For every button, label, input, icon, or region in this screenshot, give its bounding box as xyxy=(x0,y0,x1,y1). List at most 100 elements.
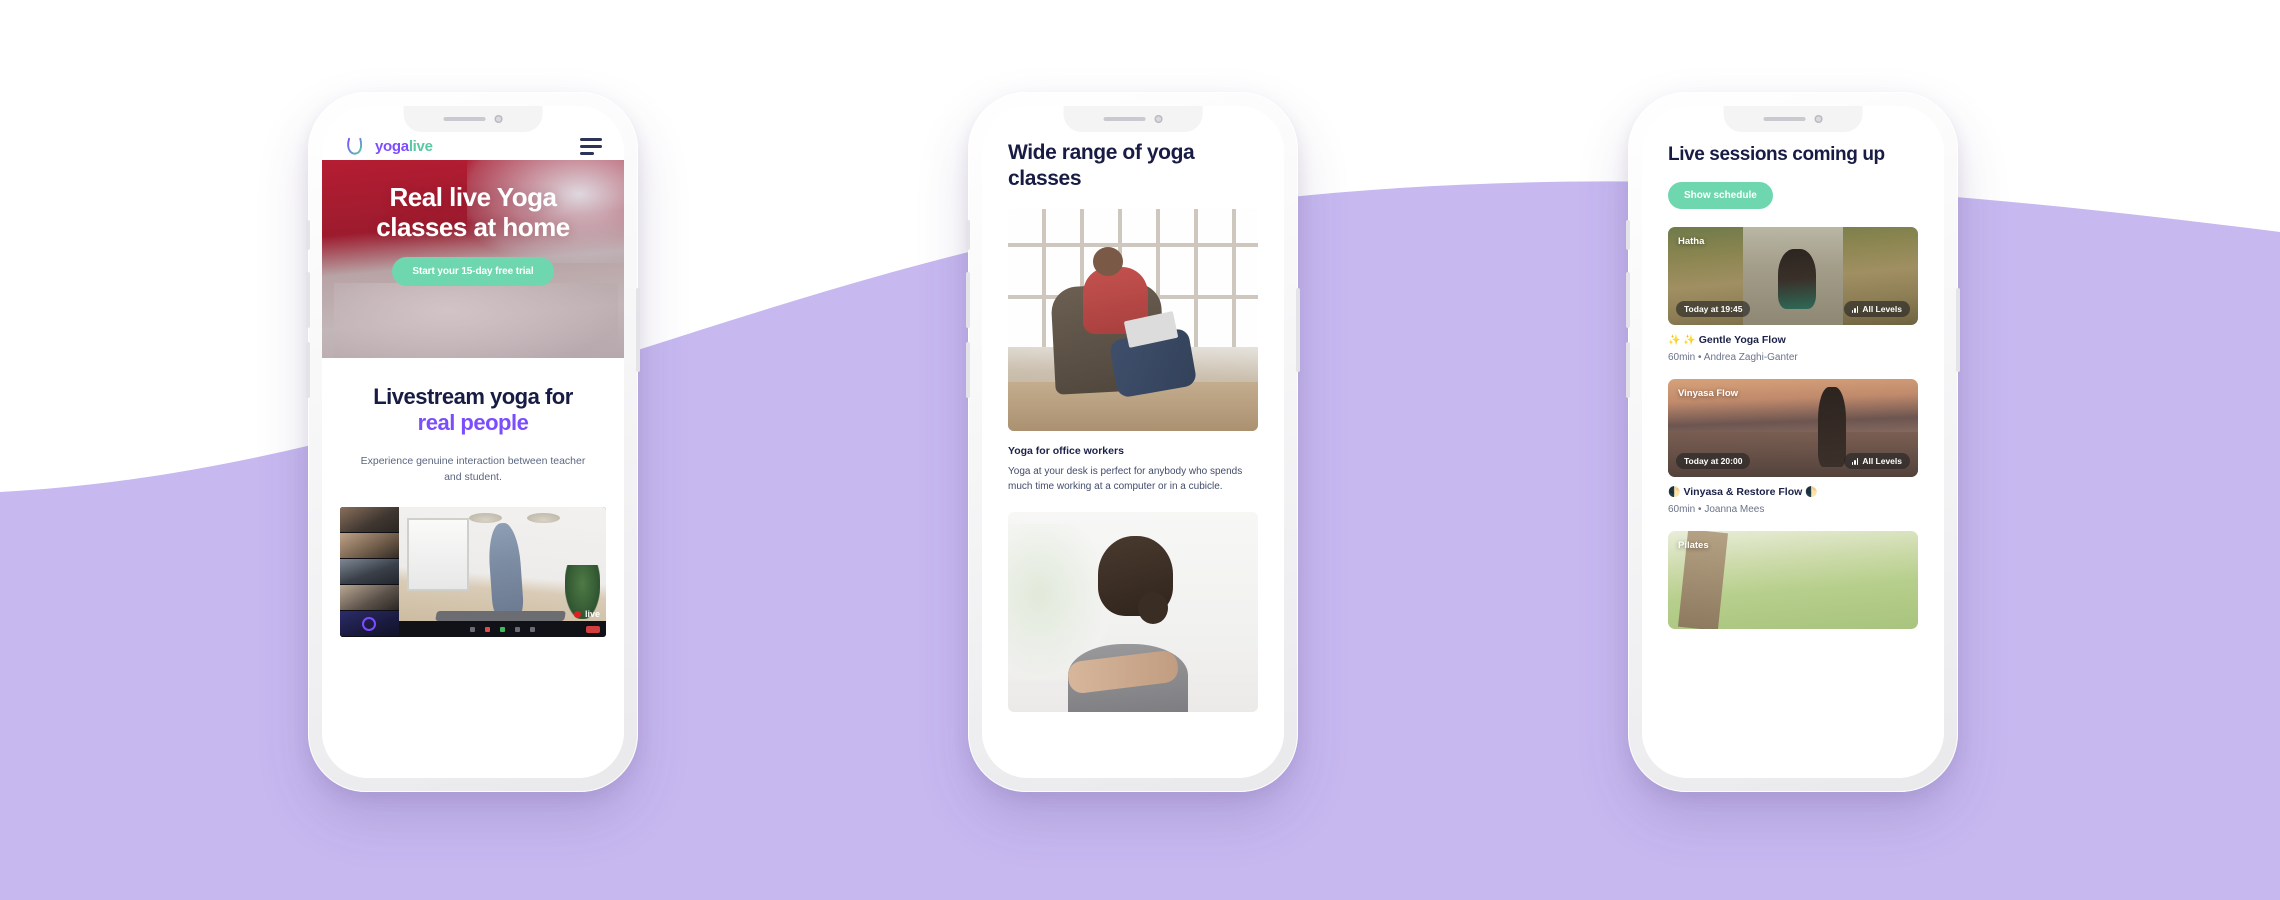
speaker-grille-icon xyxy=(1103,117,1146,121)
hamburger-line-3 xyxy=(580,151,594,155)
mute-icon[interactable] xyxy=(484,626,490,632)
session-image-hatha[interactable]: Hatha Today at 19:45 All Levels xyxy=(1668,227,1918,325)
brand-logo[interactable]: yogalive xyxy=(344,135,433,157)
front-camera-icon xyxy=(1814,115,1823,123)
logo-text-live: live xyxy=(408,137,433,155)
main-video-feed: live xyxy=(398,507,606,638)
session-category-badge: Pilates xyxy=(1678,540,1709,551)
camera-icon[interactable] xyxy=(499,626,505,632)
phone2-screen: Wide range of yoga classes Yoga for offi… xyxy=(982,106,1284,778)
signal-bars-icon xyxy=(1851,305,1859,313)
session-duration: 60min xyxy=(1668,352,1696,363)
session-image-vinyasa[interactable]: Vinyasa Flow Today at 20:00 All Levels xyxy=(1668,379,1918,477)
session-name: Gentle Yoga Flow xyxy=(1698,334,1786,346)
ceiling-lamp-icon xyxy=(469,512,503,523)
session-name-row: ✨ ✨ Gentle Yoga Flow xyxy=(1668,334,1918,346)
speaker-grille-icon xyxy=(443,117,486,121)
meta-separator: • xyxy=(1698,504,1702,515)
session-level-label: All Levels xyxy=(1862,456,1902,466)
screenshot-canvas: yogalive Real live Yoga classes at home … xyxy=(0,0,2280,900)
phone2-mute-switch xyxy=(966,220,970,250)
moon-icon: 🌓 xyxy=(1668,486,1681,498)
session-name: Vinyasa & Restore Flow xyxy=(1683,486,1803,498)
session-level-pill: All Levels xyxy=(1843,301,1910,317)
phone3-power-button xyxy=(1956,288,1960,372)
meta-separator: • xyxy=(1698,352,1702,363)
livestream-section: Livestream yoga for real people Experien… xyxy=(322,358,624,485)
live-dot-icon xyxy=(573,610,581,618)
phone1-power-button xyxy=(636,288,640,372)
room-window xyxy=(406,517,470,591)
signal-bars-icon xyxy=(1851,457,1859,465)
section-subtitle: Experience genuine interaction between t… xyxy=(360,454,586,484)
video-call-toolbar[interactable] xyxy=(398,621,606,638)
session-time-pill: Today at 19:45 xyxy=(1676,301,1751,317)
phone-mockup-2: Wide range of yoga classes Yoga for offi… xyxy=(966,92,1300,792)
phone-mockup-1: yogalive Real live Yoga classes at home … xyxy=(306,92,640,792)
phone2-power-button xyxy=(1296,288,1300,372)
session-instructor: Andrea Zaghi-Ganter xyxy=(1703,352,1798,363)
participant-thumbnail xyxy=(340,559,399,586)
section-title-line2: real people xyxy=(417,410,529,436)
session-card[interactable]: Pilates xyxy=(1668,531,1918,629)
card-caption-title: Yoga for office workers xyxy=(1008,445,1124,458)
session-instructor: Joanna Mees xyxy=(1704,504,1765,515)
speaker-grille-icon xyxy=(1763,117,1806,121)
phone1-volume-up-button xyxy=(306,272,310,328)
participants-icon[interactable] xyxy=(469,626,475,632)
stretching-photo xyxy=(1008,512,1258,713)
chat-icon[interactable] xyxy=(529,626,535,632)
session-card[interactable]: Vinyasa Flow Today at 20:00 All Levels 🌓… xyxy=(1668,379,1918,515)
session-category-badge: Hatha xyxy=(1678,236,1705,247)
participant-thumbnail xyxy=(340,585,399,612)
hamburger-line-2 xyxy=(580,144,602,148)
video-call-preview[interactable]: live xyxy=(340,507,606,638)
hair-bun xyxy=(1138,592,1168,625)
phone2-volume-down-button xyxy=(966,342,970,398)
live-label: live xyxy=(584,609,600,620)
yogalive-logo-mark xyxy=(362,617,376,631)
ceiling-lamp-icon xyxy=(527,512,561,523)
session-image-pilates[interactable]: Pilates xyxy=(1668,531,1918,629)
session-time-pill: Today at 20:00 xyxy=(1676,453,1751,469)
card-caption-body: Yoga at your desk is perfect for anybody… xyxy=(1008,466,1243,493)
logo-text-yoga: yoga xyxy=(375,137,409,155)
session-meta: 60min • Andrea Zaghi-Ganter xyxy=(1668,352,1918,363)
session-category-badge: Vinyasa Flow xyxy=(1678,388,1739,399)
office-yoga-photo xyxy=(1008,209,1258,432)
hamburger-menu-icon[interactable] xyxy=(580,137,602,155)
session-level-pill: All Levels xyxy=(1843,453,1910,469)
sparkles-icon: ✨ ✨ xyxy=(1668,334,1696,346)
session-list: Hatha Today at 19:45 All Levels ✨ ✨ Gent… xyxy=(1642,227,1944,629)
yoga-instructor-figure xyxy=(486,521,525,618)
phone-mockup-3: Live sessions coming up Show schedule Ha… xyxy=(1626,92,1960,792)
phone3-notch xyxy=(1723,106,1863,132)
participant-thumbnail-host xyxy=(340,611,399,638)
session-meta: 60min • Joanna Mees xyxy=(1668,504,1918,515)
participant-thumbnail xyxy=(340,507,399,534)
leave-call-button[interactable] xyxy=(586,625,600,633)
phone1-volume-down-button xyxy=(306,342,310,398)
show-schedule-button[interactable]: Show schedule xyxy=(1668,182,1773,209)
yoga-mat xyxy=(434,611,566,622)
hero-banner: Real live Yoga classes at home Start you… xyxy=(322,160,624,358)
phone3-volume-down-button xyxy=(1626,342,1630,398)
start-free-trial-button[interactable]: Start your 15-day free trial xyxy=(392,256,554,286)
seated-person-head xyxy=(1093,246,1123,276)
section-title: Livestream yoga for real people xyxy=(348,384,598,437)
participant-thumbnail-strip xyxy=(340,507,399,638)
session-duration: 60min xyxy=(1668,504,1696,515)
phone3-volume-up-button xyxy=(1626,272,1630,328)
share-icon[interactable] xyxy=(514,626,520,632)
session-name-row: 🌓 Vinyasa & Restore Flow 🌓 xyxy=(1668,486,1918,498)
hamburger-line-1 xyxy=(580,137,602,141)
live-indicator: live xyxy=(573,609,600,620)
front-camera-icon xyxy=(494,115,503,123)
phone3-mute-switch xyxy=(1626,220,1630,250)
phone2-notch xyxy=(1063,106,1203,132)
participant-thumbnail xyxy=(340,533,399,560)
moon-icon-trailing: 🌓 xyxy=(1805,486,1818,498)
session-card[interactable]: Hatha Today at 19:45 All Levels ✨ ✨ Gent… xyxy=(1668,227,1918,363)
yogalive-logo-mark xyxy=(347,137,363,155)
phone1-notch xyxy=(403,106,543,132)
